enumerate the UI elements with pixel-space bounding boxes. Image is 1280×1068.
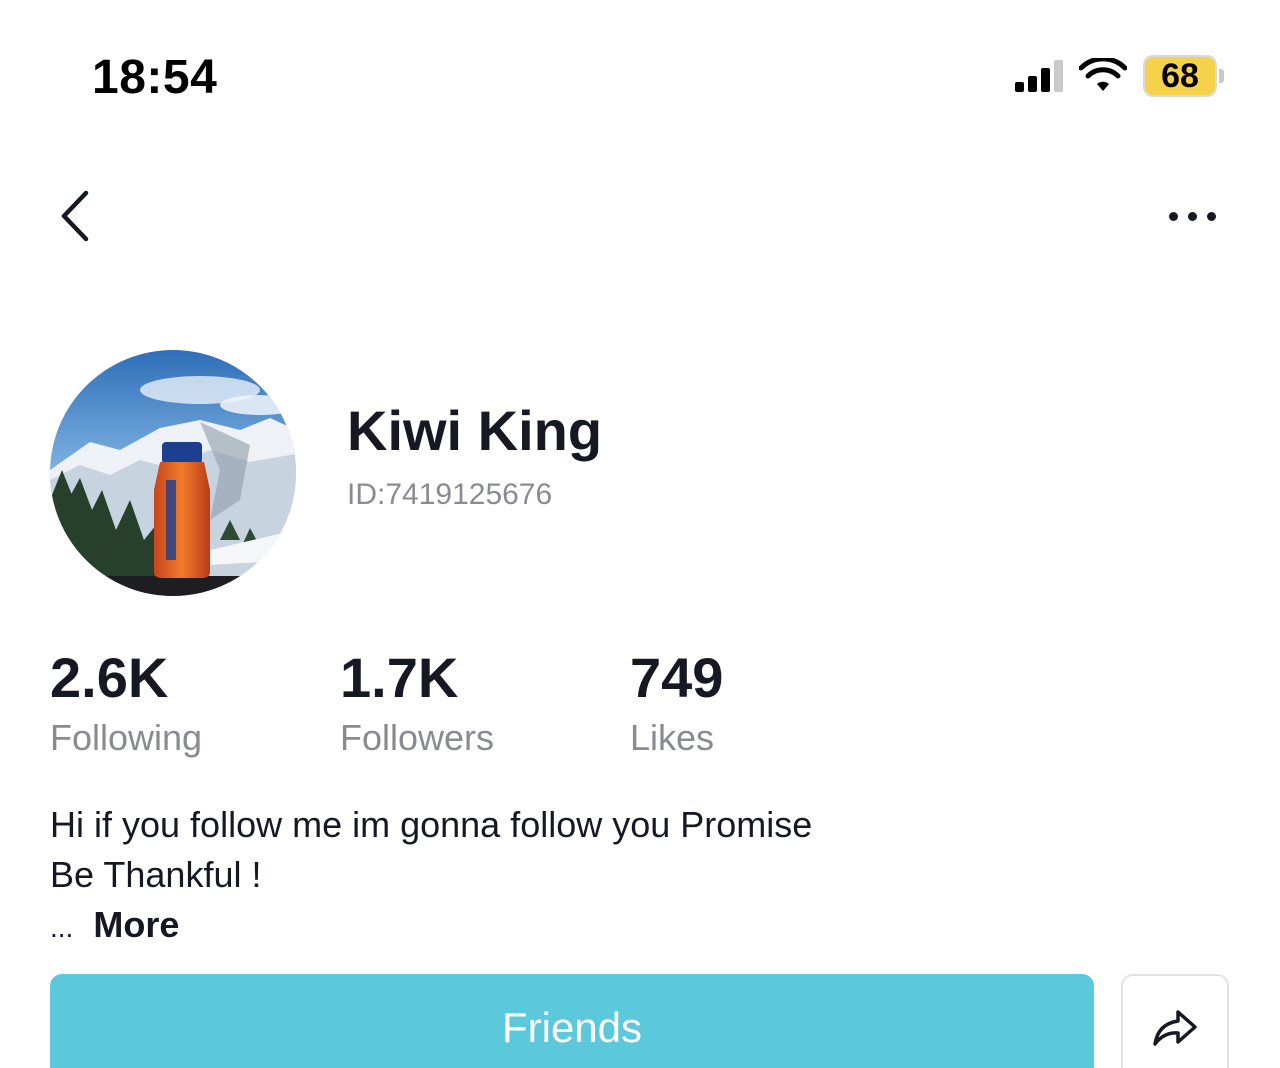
stat-value: 749 [630, 646, 724, 709]
user-id: ID:7419125676 [347, 478, 553, 511]
status-time: 18:54 [92, 51, 218, 104]
stat-label: Following [50, 717, 203, 758]
stat-likes[interactable]: 749 Likes [630, 648, 723, 758]
stat-following[interactable]: 2.6K Following [50, 648, 202, 758]
friends-button-label: Friends [501, 1004, 643, 1051]
bio-more-row: ... More [50, 900, 812, 953]
username: Kiwi King [347, 399, 603, 462]
cellular-signal-icon [1015, 60, 1063, 92]
avatar-photo [50, 350, 296, 596]
wifi-icon [1079, 58, 1127, 91]
stat-value: 2.6K [50, 646, 169, 709]
bio-line: Hi if you follow me im gonna follow you … [50, 804, 813, 845]
battery-icon: 68 [1143, 55, 1224, 97]
stat-followers[interactable]: 1.7K Followers [340, 648, 494, 758]
avatar[interactable] [50, 350, 296, 596]
stat-value: 1.7K [340, 646, 459, 709]
more-horizontal-icon [1168, 211, 1178, 221]
more-options-button[interactable] [1160, 196, 1224, 236]
stat-label: Likes [630, 717, 715, 758]
bio: Hi if you follow me im gonna follow you … [50, 800, 812, 953]
back-button[interactable] [46, 186, 102, 246]
stat-label: Followers [340, 717, 495, 758]
share-arrow-icon [1153, 1010, 1197, 1046]
share-button[interactable] [1121, 974, 1229, 1068]
battery-level: 68 [1143, 55, 1217, 97]
bio-line: Be Thankful ! [50, 854, 262, 895]
chevron-left-icon [61, 190, 89, 242]
bio-more-link[interactable]: More [93, 900, 179, 950]
status-icons: 68 [1015, 52, 1224, 100]
friends-button[interactable]: Friends [50, 974, 1094, 1068]
bio-ellipsis: ... [50, 912, 74, 943]
